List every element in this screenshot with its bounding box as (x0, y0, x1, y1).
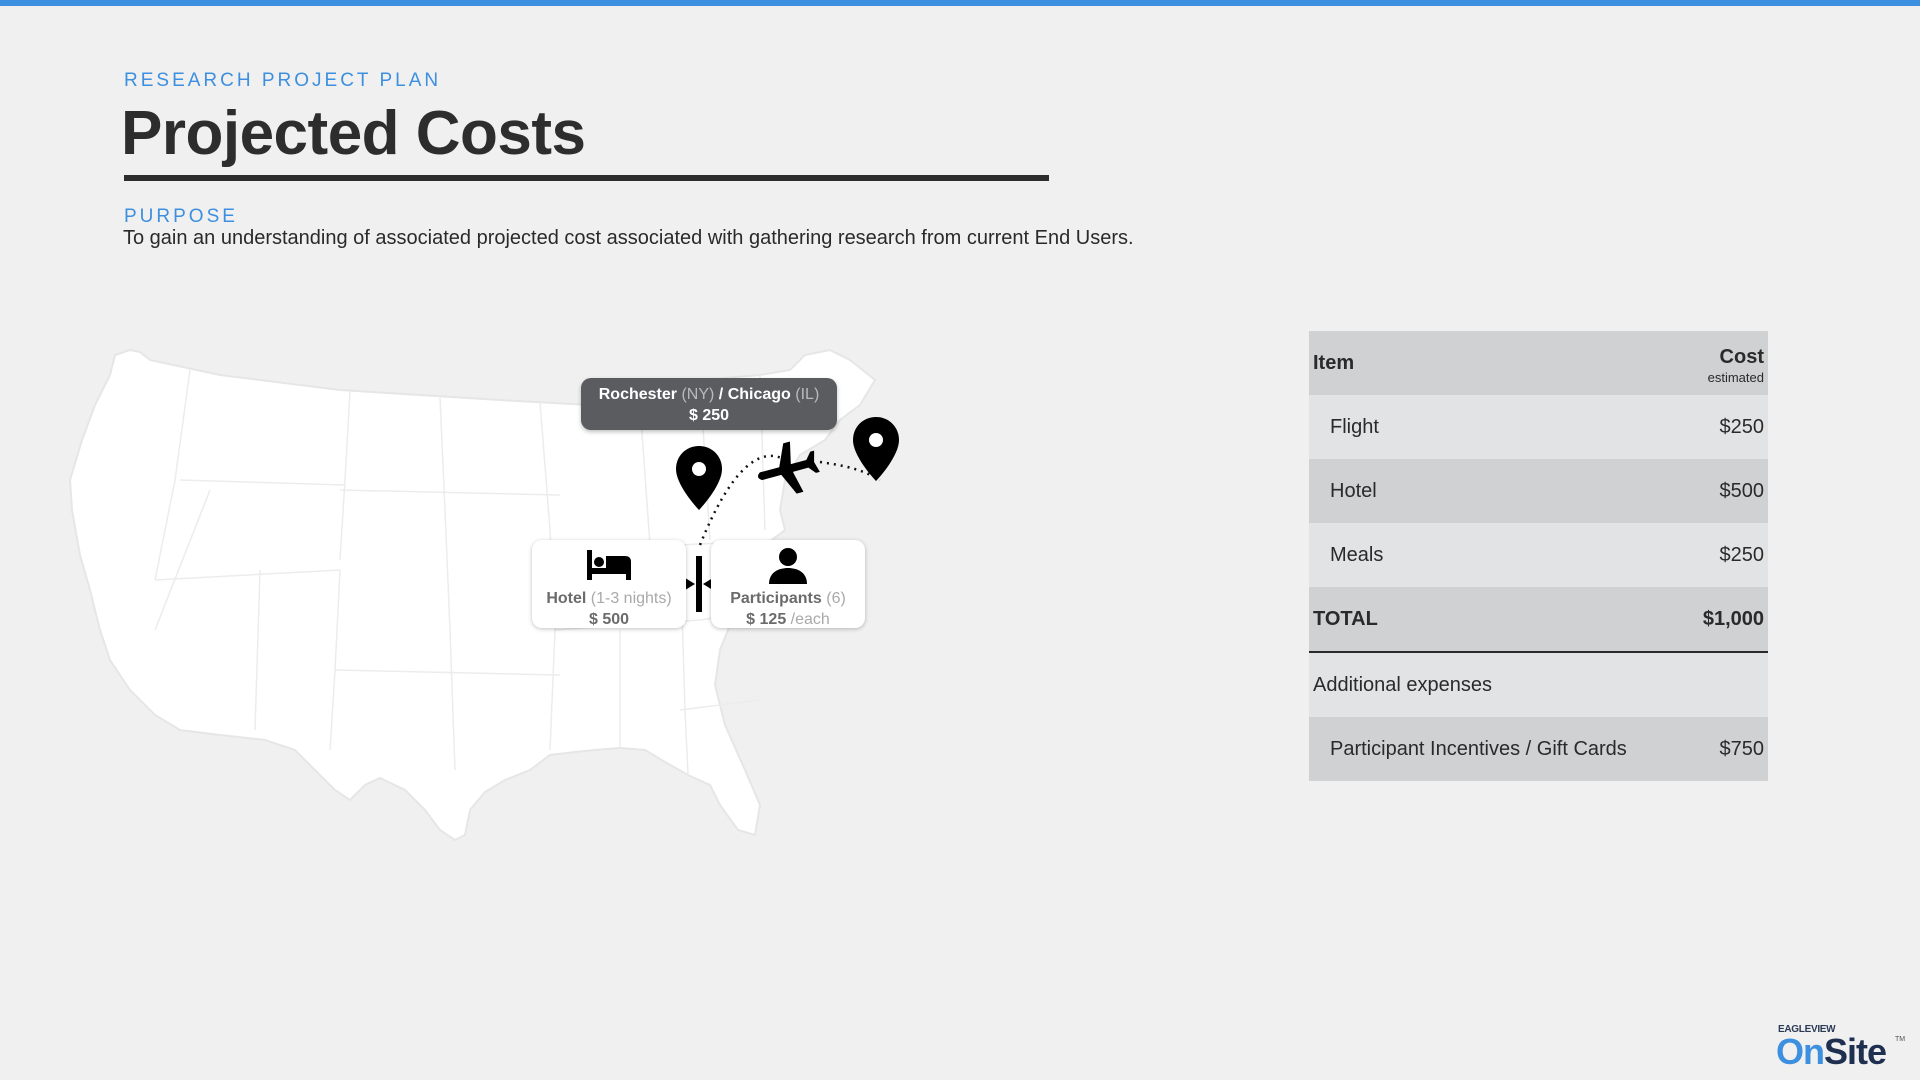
additional-label: Additional expenses (1313, 674, 1493, 696)
header-cost-note: estimated (1707, 370, 1764, 385)
route-destination: Chicago (727, 386, 791, 403)
row-item: Flight (1330, 416, 1379, 438)
row-item: Participant Incentives / Gift Cards (1330, 738, 1627, 760)
table-row: Meals $250 (1309, 523, 1768, 587)
purpose-text: To gain an understanding of associated p… (123, 227, 1134, 249)
route-price: $ 250 (688, 407, 730, 424)
section-eyebrow: RESEARCH PROJECT PLAN (124, 70, 442, 91)
logo-wordmark: OnSite (1776, 1031, 1887, 1072)
route-origin-state: (NY) (681, 386, 715, 403)
title-divider (124, 175, 1049, 181)
table-header: Item Cost estimated (1309, 331, 1768, 395)
hotel-card: Hotel (1-3 nights) $ 500 (532, 540, 686, 628)
route-origin: Rochester (598, 386, 677, 403)
route-cost-bubble: Rochester (NY) / Chicago (IL) $ 250 (581, 378, 837, 430)
total-row: TOTAL $1,000 (1309, 587, 1768, 653)
participants-price: $ 125 (746, 611, 787, 628)
table-row: Participant Incentives / Gift Cards $750 (1309, 717, 1768, 781)
table-row: Hotel $500 (1309, 459, 1768, 523)
header-item: Item (1313, 352, 1355, 374)
row-cost: $250 (1719, 544, 1765, 566)
participants-detail: (6) (826, 590, 846, 607)
us-map (68, 348, 877, 842)
row-cost: $250 (1719, 416, 1765, 438)
total-value: $1,000 (1702, 608, 1764, 630)
participants-label: Participants (730, 590, 822, 607)
route-destination-state: (IL) (795, 386, 820, 403)
hotel-price: $ 500 (588, 611, 630, 628)
purpose-label: PURPOSE (124, 206, 238, 227)
header-cost-label: Cost (1719, 346, 1764, 368)
hotel-detail: (1-3 nights) (590, 590, 672, 607)
table-row: Flight $250 (1309, 395, 1768, 459)
row-cost: $500 (1719, 480, 1765, 502)
person-icon (711, 546, 865, 586)
additional-expenses-row: Additional expenses (1309, 653, 1768, 717)
header-cost: Cost estimated (1708, 346, 1764, 385)
total-label: TOTAL (1313, 608, 1378, 630)
logo-trademark: TM (1895, 1036, 1906, 1043)
row-item: Hotel (1330, 480, 1377, 502)
bed-icon (532, 546, 686, 586)
top-accent-bar (0, 0, 1920, 6)
eagleview-onsite-logo: EAGLEVIEW OnSite TM (1776, 1024, 1906, 1072)
route-separator: / (718, 386, 724, 403)
page-title: Projected Costs (121, 99, 586, 168)
row-item: Meals (1330, 544, 1384, 566)
cost-table: Item Cost estimated Flight $250 Hotel $5… (1309, 331, 1768, 781)
hotel-label: Hotel (546, 590, 587, 607)
participants-card: Participants (6) $ 125 /each (711, 540, 865, 628)
participants-unit: /each (790, 611, 830, 628)
row-cost: $750 (1719, 738, 1765, 760)
